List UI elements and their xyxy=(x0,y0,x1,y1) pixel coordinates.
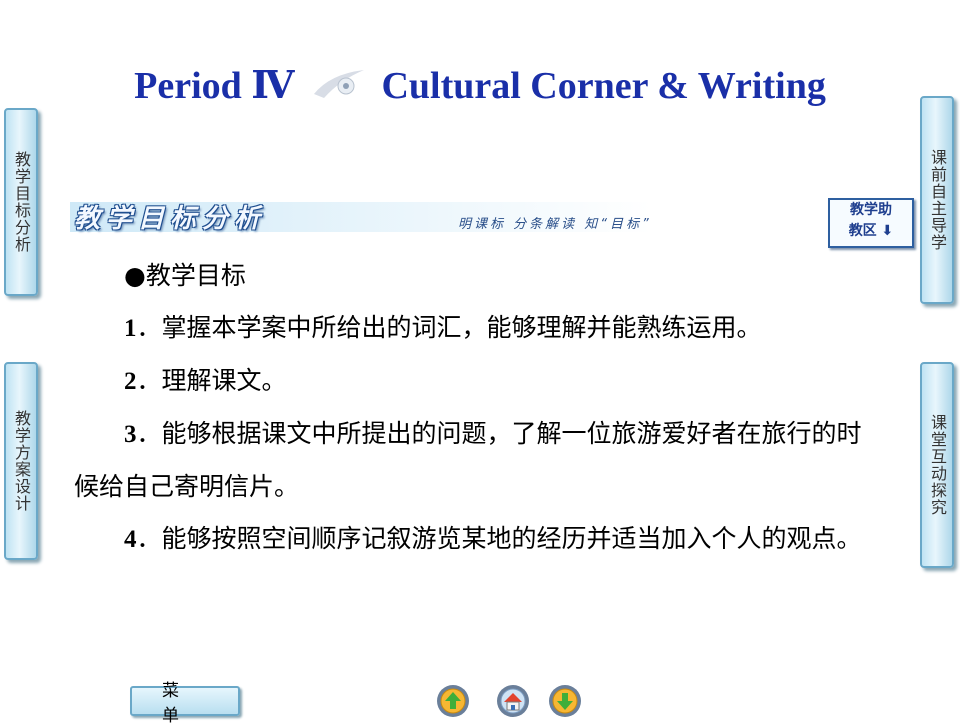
title-period: Period Ⅳ xyxy=(134,65,295,107)
tab-class-interaction[interactable]: 课堂互动探究 xyxy=(920,362,954,568)
tab-label: 课堂互动探究 xyxy=(928,414,947,516)
menu-button[interactable]: 菜单 xyxy=(130,681,240,726)
forward-arrow-icon[interactable] xyxy=(548,684,582,718)
tab-teaching-plan-design[interactable]: 教学方案设计 xyxy=(4,362,38,560)
tab-label: 课前自主导学 xyxy=(928,149,947,251)
content-body: ●教学目标 1．掌握本学案中所给出的词汇，能够理解并能熟练运用。 2．理解课文。… xyxy=(74,250,886,566)
down-arrow-icon: ⬇ xyxy=(876,223,894,239)
title-topic: Cultural Corner & Writing xyxy=(381,65,826,107)
section-banner: 教学目标分析 明课标 分条解读 知“目标” xyxy=(70,196,910,240)
page-title: Period Ⅳ Cultural Corner & Writing xyxy=(0,62,960,114)
banner-subtitle: 明课标 分条解读 知“目标” xyxy=(458,217,652,232)
list-item: 2．理解课文。 xyxy=(124,366,287,395)
menu-label: 菜单 xyxy=(162,681,209,726)
content-heading: ●教学目标 xyxy=(124,261,246,290)
tab-teaching-goals-analysis[interactable]: 教学目标分析 xyxy=(4,108,38,296)
assist-line1: 教学助 xyxy=(850,202,892,218)
tab-label: 教学目标分析 xyxy=(12,151,31,253)
tab-pre-class-self-study[interactable]: 课前自主导学 xyxy=(920,96,954,304)
comet-decoration-icon xyxy=(310,64,366,114)
teaching-assist-button[interactable]: 教学助 教区 ⬇ xyxy=(828,198,914,248)
banner-title: 教学目标分析 xyxy=(74,204,267,234)
list-item: 4．能够按照空间顺序记叙游览某地的经历并适当加入个人的观点。 xyxy=(124,524,862,553)
back-arrow-icon[interactable] xyxy=(436,684,470,718)
list-item: 3．能够根据课文中所提出的问题，了解一位旅游爱好者在旅行的时候给自己寄明信片。 xyxy=(74,419,862,501)
tab-label: 教学方案设计 xyxy=(12,410,31,512)
list-item: 1．掌握本学案中所给出的词汇，能够理解并能熟练运用。 xyxy=(124,313,762,342)
home-icon[interactable] xyxy=(496,684,530,718)
assist-line2: 教区 ⬇ xyxy=(848,223,894,239)
